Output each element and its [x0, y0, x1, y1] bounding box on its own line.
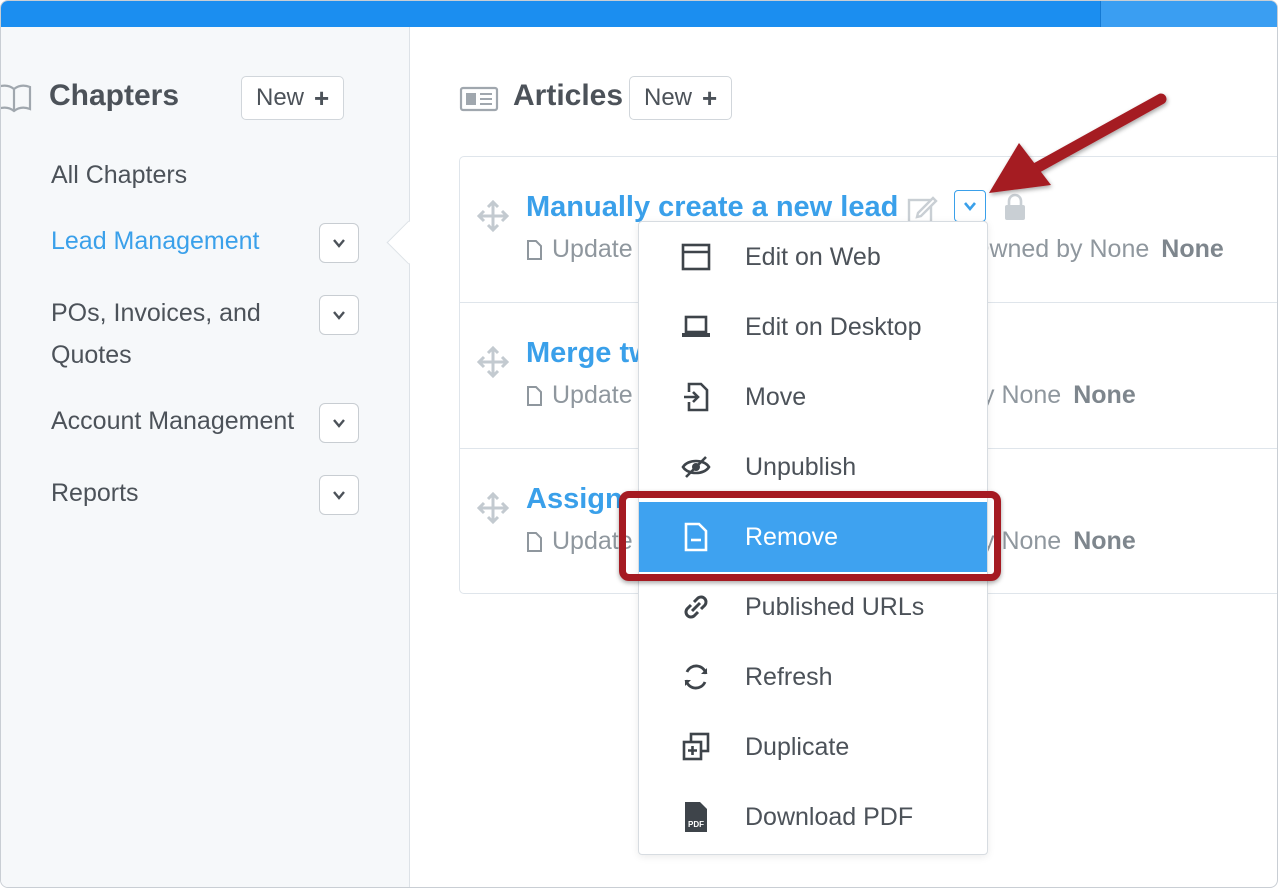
article-owner: y None None — [982, 381, 1136, 410]
article-owner-value: None — [1161, 235, 1224, 263]
article-owner-text: y None — [982, 381, 1062, 409]
plus-icon: + — [702, 82, 718, 113]
article-meta: Update — [526, 235, 633, 264]
new-article-button[interactable]: New + — [629, 76, 733, 120]
menu-item-download-pdf[interactable]: PDF Download PDF — [639, 782, 987, 852]
drag-handle-icon[interactable] — [476, 199, 510, 233]
article-meta: Update — [526, 527, 633, 556]
top-bar — [1, 1, 1277, 27]
browser-window-icon — [681, 243, 711, 271]
app-window: Chapters New + All Chapters Lead Managem… — [0, 0, 1278, 888]
article-options-dropdown-button[interactable] — [954, 190, 986, 222]
menu-item-edit-on-desktop[interactable]: Edit on Desktop — [639, 292, 987, 362]
drag-handle-icon[interactable] — [476, 345, 510, 379]
duplicate-icon — [682, 732, 710, 761]
pos-invoices-chevron-button[interactable] — [319, 295, 359, 335]
document-icon — [527, 385, 542, 406]
lead-management-chevron-button[interactable] — [319, 223, 359, 263]
chapters-title: Chapters — [49, 79, 180, 112]
chevron-down-icon — [333, 419, 345, 428]
menu-item-label: Duplicate — [745, 732, 850, 761]
article-title-link[interactable]: Assign — [526, 483, 623, 516]
sidebar-item-pos-invoices[interactable]: POs, Invoices, and Quotes — [51, 292, 291, 376]
new-article-label: New — [644, 84, 693, 111]
article-title-link[interactable]: Merge tw — [526, 337, 652, 370]
drag-handle-icon[interactable] — [476, 491, 510, 525]
article-title-link[interactable]: Manually create a new lead — [526, 191, 898, 224]
newspaper-icon — [459, 86, 499, 112]
refresh-icon — [684, 664, 708, 690]
document-icon — [527, 239, 542, 260]
svg-text:PDF: PDF — [688, 820, 704, 829]
menu-item-label: Edit on Web — [745, 242, 881, 271]
account-management-chevron-button[interactable] — [319, 403, 359, 443]
plus-icon: + — [314, 82, 330, 113]
chevron-down-icon — [964, 202, 976, 212]
article-updated-text: Update — [552, 235, 633, 263]
remove-highlight-box — [619, 491, 1001, 581]
menu-item-duplicate[interactable]: Duplicate — [639, 712, 987, 782]
sidebar-item-reports[interactable]: Reports — [51, 472, 139, 514]
menu-item-label: Edit on Desktop — [745, 312, 922, 341]
sidebar-item-all-chapters[interactable]: All Chapters — [51, 154, 187, 196]
menu-item-published-urls[interactable]: Published URLs — [639, 572, 987, 642]
articles-title: Articles — [513, 79, 624, 112]
article-owner-value: None — [1073, 527, 1136, 555]
chevron-down-icon — [333, 311, 345, 320]
menu-item-label: Download PDF — [745, 802, 914, 831]
top-bar-segment — [1100, 1, 1277, 27]
new-chapter-label: New — [256, 84, 305, 111]
menu-item-move[interactable]: Move — [639, 362, 987, 432]
link-icon — [684, 595, 708, 619]
document-icon — [527, 531, 542, 552]
menu-item-refresh[interactable]: Refresh — [639, 642, 987, 712]
sidebar-item-lead-management[interactable]: Lead Management — [51, 220, 259, 262]
article-updated-text: Update — [552, 381, 633, 409]
chevron-down-icon — [333, 491, 345, 500]
move-file-icon — [684, 382, 709, 412]
menu-item-label: Move — [745, 382, 807, 411]
menu-item-label: Unpublish — [745, 452, 857, 481]
article-meta: Update — [526, 381, 633, 410]
new-chapter-button[interactable]: New + — [241, 76, 345, 120]
menu-item-label: Refresh — [745, 662, 833, 691]
reports-chevron-button[interactable] — [319, 475, 359, 515]
article-owner-value: None — [1073, 381, 1136, 409]
menu-item-label: Published URLs — [745, 592, 925, 621]
pdf-file-icon: PDF — [685, 802, 707, 832]
book-icon — [1, 84, 32, 113]
menu-item-edit-on-web[interactable]: Edit on Web — [639, 222, 987, 292]
chevron-down-icon — [333, 239, 345, 248]
eye-slash-icon — [681, 456, 711, 478]
laptop-icon — [682, 315, 710, 337]
article-owner: y None None — [982, 527, 1136, 556]
article-owner-text: Owned by None — [970, 235, 1150, 263]
sidebar-item-account-management[interactable]: Account Management — [51, 400, 294, 442]
lock-icon[interactable] — [1002, 192, 1028, 222]
article-owner: Owned by None None — [970, 235, 1224, 264]
